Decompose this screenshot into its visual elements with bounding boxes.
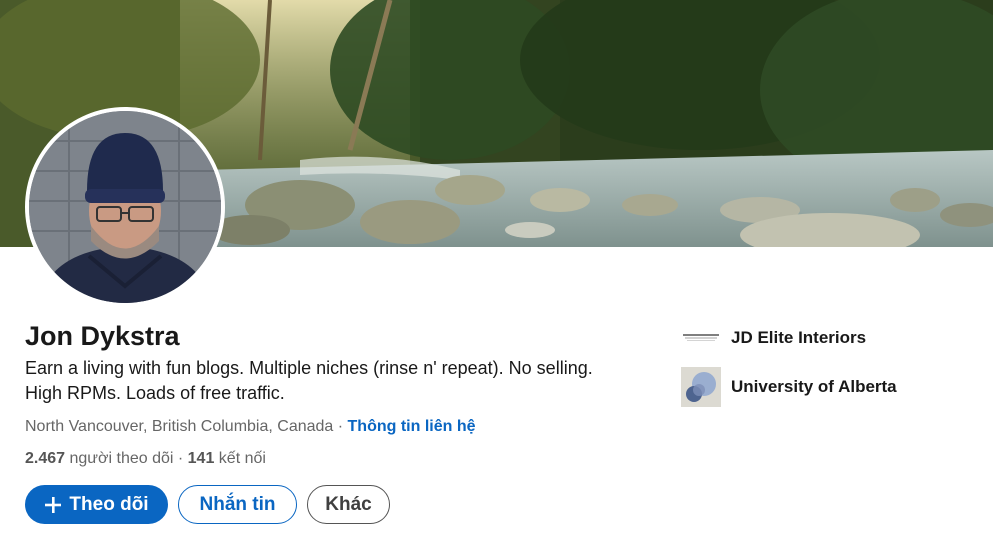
stats-separator: · [173, 450, 188, 467]
follow-button[interactable]: Theo dõi [25, 485, 168, 524]
profile-location: North Vancouver, British Columbia, Canad… [25, 418, 334, 435]
organization-name: JD Elite Interiors [731, 328, 867, 347]
profile-name: Jon Dykstra [25, 321, 180, 351]
message-button-label: Nhắn tin [199, 493, 276, 515]
connections-label[interactable]: kết nối [214, 450, 266, 467]
followers-count: 2.467 [25, 450, 66, 467]
plus-icon [45, 496, 62, 513]
university-of-alberta-logo [681, 367, 721, 407]
message-button[interactable]: Nhắn tin [178, 485, 297, 524]
jd-elite-interiors-logo [681, 318, 721, 358]
more-button[interactable]: Khác [307, 485, 390, 524]
organization-item-jd-elite-interiors[interactable]: JD Elite Interiors [681, 318, 866, 358]
contact-info-link[interactable]: Thông tin liên hệ [348, 418, 476, 435]
followers-label: người theo dõi [65, 450, 174, 467]
more-button-label: Khác [325, 493, 372, 515]
location-separator: · [333, 418, 348, 435]
network-stats: 2.467 người theo dõi · 141 kết nối [25, 447, 266, 471]
location-line: North Vancouver, British Columbia, Canad… [25, 415, 476, 439]
organization-item-university-of-alberta[interactable]: University of Alberta [681, 367, 897, 407]
avatar[interactable] [29, 111, 221, 303]
avatar-frame[interactable] [25, 107, 225, 307]
connections-count[interactable]: 141 [188, 450, 215, 467]
profile-headline: Earn a living with fun blogs. Multiple n… [25, 358, 593, 403]
profile-photo [29, 111, 221, 303]
organization-name: University of Alberta [731, 377, 897, 396]
follow-button-label: Theo dõi [69, 493, 149, 515]
